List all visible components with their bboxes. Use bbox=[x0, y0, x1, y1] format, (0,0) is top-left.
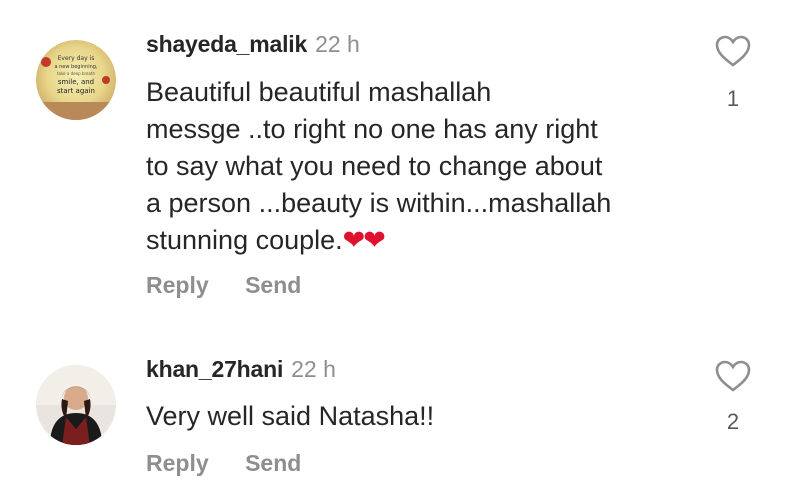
comment-actions: Reply Send bbox=[146, 272, 333, 299]
avatar-profile-photo bbox=[36, 365, 116, 445]
comment-item: Every day is a new beginning, take a dee… bbox=[0, 0, 800, 320]
timestamp: 22 h bbox=[315, 31, 360, 57]
svg-text:Every day is: Every day is bbox=[58, 55, 95, 62]
comment-item: khan_27hani 22 h Very well said Natasha!!… bbox=[0, 330, 800, 500]
heart-emoji: ❤❤ bbox=[342, 225, 386, 255]
like-count: 2 bbox=[726, 409, 740, 434]
heart-icon[interactable] bbox=[714, 34, 752, 68]
reply-button[interactable]: Reply bbox=[146, 450, 209, 476]
avatar[interactable]: Every day is a new beginning, take a dee… bbox=[36, 40, 116, 120]
svg-text:take a deep breath: take a deep breath bbox=[57, 71, 95, 76]
svg-text:start again: start again bbox=[57, 87, 95, 95]
comment-body: Very well said Natasha!! bbox=[146, 401, 435, 431]
reply-button[interactable]: Reply bbox=[146, 272, 209, 298]
avatar-quote-image: Every day is a new beginning, take a dee… bbox=[36, 40, 116, 120]
svg-text:a new beginning,: a new beginning, bbox=[54, 64, 97, 70]
comment-text: Beautiful beautiful mashallah messge ..t… bbox=[146, 74, 706, 259]
comment-text: Very well said Natasha!! bbox=[146, 398, 706, 435]
username[interactable]: khan_27hani bbox=[146, 356, 283, 382]
heart-icon[interactable] bbox=[714, 359, 752, 393]
comment-header: shayeda_malik 22 h bbox=[146, 31, 360, 58]
send-button[interactable]: Send bbox=[245, 272, 301, 298]
send-button[interactable]: Send bbox=[245, 450, 301, 476]
avatar[interactable] bbox=[36, 365, 116, 445]
comment-header: khan_27hani 22 h bbox=[146, 356, 336, 383]
timestamp: 22 h bbox=[291, 356, 336, 382]
like-count: 1 bbox=[726, 86, 740, 111]
svg-text:smile, and: smile, and bbox=[58, 78, 94, 86]
username[interactable]: shayeda_malik bbox=[146, 31, 307, 57]
comment-actions: Reply Send bbox=[146, 450, 333, 477]
